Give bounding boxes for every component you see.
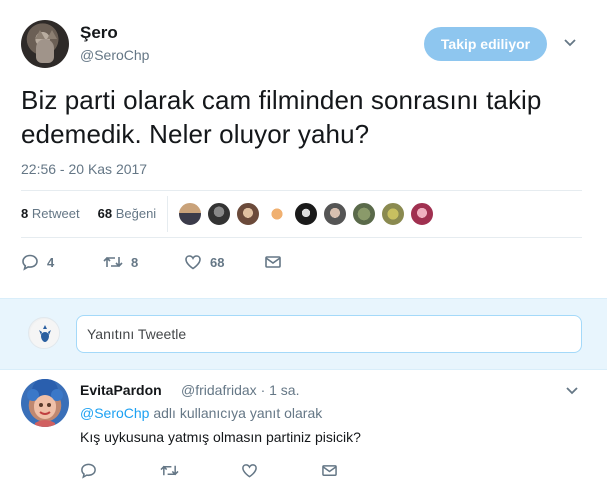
reply-to-link[interactable]: @SeroChp xyxy=(80,405,149,421)
retweet-icon xyxy=(160,465,179,475)
author-name[interactable]: Şero xyxy=(80,23,118,43)
retweet-action[interactable]: 8 xyxy=(103,251,138,273)
message-action[interactable] xyxy=(321,461,338,479)
liker-avatar[interactable] xyxy=(207,202,231,226)
tweet-timestamp[interactable]: 22:56 - 20 Kas 2017 xyxy=(21,161,147,177)
reply-author-avatar[interactable] xyxy=(21,379,69,427)
divider xyxy=(21,237,582,238)
reply-icon xyxy=(22,254,38,271)
author-handle[interactable]: @SeroChp xyxy=(80,47,149,63)
like-stat-count: 68 xyxy=(97,206,113,221)
message-icon xyxy=(265,256,281,268)
retweet-action[interactable] xyxy=(160,461,179,479)
message-icon xyxy=(322,464,337,476)
reply-action[interactable] xyxy=(80,461,97,479)
message-action[interactable] xyxy=(264,251,282,273)
divider xyxy=(21,190,582,191)
chevron-down-icon[interactable] xyxy=(565,386,579,396)
heart-icon xyxy=(185,255,201,270)
liker-avatar[interactable] xyxy=(294,202,318,226)
reply-tweet-actions xyxy=(80,461,360,479)
liker-avatar[interactable] xyxy=(265,202,289,226)
stats-separator xyxy=(167,196,168,232)
like-action[interactable]: 68 xyxy=(184,251,224,273)
liker-avatar[interactable] xyxy=(178,202,202,226)
tweet-text: Biz parti olarak cam filminden sonrasını… xyxy=(21,85,542,149)
reply-count: 4 xyxy=(47,254,55,270)
reply-input[interactable] xyxy=(76,315,582,353)
like-action[interactable] xyxy=(241,461,258,479)
reply-action[interactable]: 4 xyxy=(21,251,54,273)
tweet: Şero @SeroChp Takip ediliyor Biz parti o… xyxy=(0,0,607,298)
reply-author-handle[interactable]: @fridafridax · 1 sa. xyxy=(181,382,299,398)
like-stat-label: Beğeni xyxy=(115,206,157,221)
chevron-down-icon[interactable] xyxy=(563,38,577,48)
tweet-stats: 8 Retweet 68 Beğeni xyxy=(21,206,156,221)
reply-composer xyxy=(0,298,607,370)
liker-avatar[interactable] xyxy=(352,202,376,226)
retweet-count: 8 xyxy=(131,254,139,270)
reply-text: Kış uykusuna yatmış olmasın partiniz pis… xyxy=(80,429,361,445)
tweet-actions: 4 8 68 xyxy=(21,251,321,273)
retweet-stat-label: Retweet xyxy=(31,206,80,221)
egg-avatar-icon xyxy=(30,319,59,348)
replying-to: @SeroChp adlı kullanıcıya yanıt olarak xyxy=(80,405,322,421)
reply-to-suffix: adlı kullanıcıya yanıt olarak xyxy=(149,405,323,421)
author-avatar[interactable] xyxy=(21,20,69,68)
current-user-avatar[interactable] xyxy=(28,317,60,349)
liker-avatar[interactable] xyxy=(323,202,347,226)
like-count: 68 xyxy=(210,254,225,270)
reply-avatar-image xyxy=(27,379,63,427)
like-stat[interactable]: 68 Beğeni xyxy=(98,206,157,221)
liker-avatar[interactable] xyxy=(381,202,405,226)
heart-icon xyxy=(242,463,257,478)
retweet-stat[interactable]: 8 Retweet xyxy=(21,206,80,221)
liker-avatar[interactable] xyxy=(236,202,260,226)
retweet-stat-count: 8 xyxy=(21,206,29,221)
retweet-icon xyxy=(103,256,123,268)
reply-icon xyxy=(81,463,96,479)
reply-author-name[interactable]: EvitaPardon xyxy=(80,382,162,398)
reply-tweet: EvitaPardon @fridafridax · 1 sa. @SeroCh… xyxy=(0,371,607,481)
following-button[interactable]: Takip ediliyor xyxy=(424,27,547,61)
liker-avatar[interactable] xyxy=(410,202,434,226)
